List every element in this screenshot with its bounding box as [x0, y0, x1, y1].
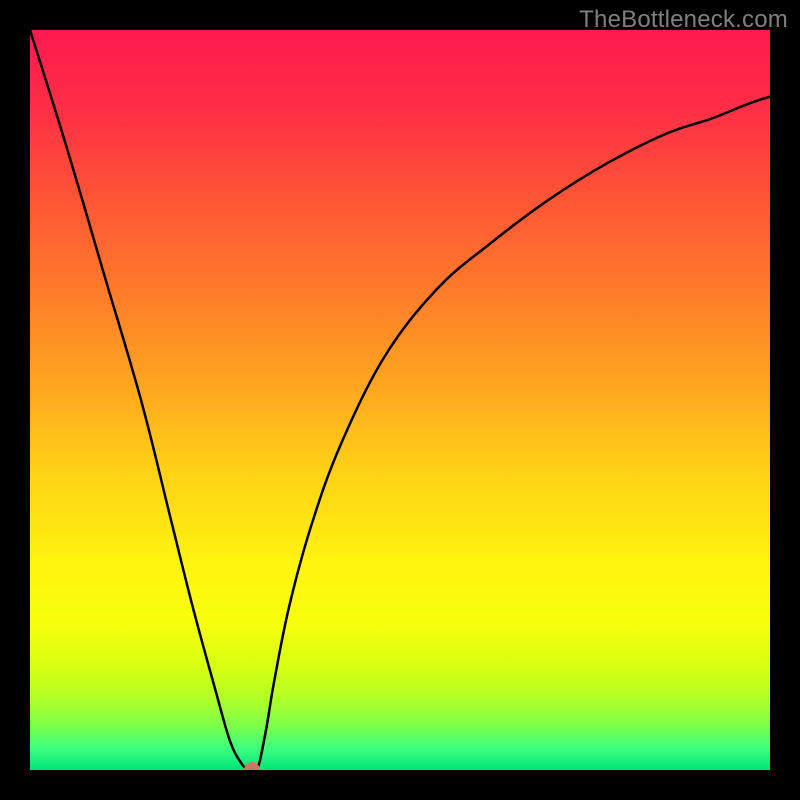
plot-area: [30, 30, 770, 770]
chart-stage: TheBottleneck.com: [0, 0, 800, 800]
bottleneck-curve: [30, 30, 770, 770]
watermark-text: TheBottleneck.com: [579, 6, 788, 34]
